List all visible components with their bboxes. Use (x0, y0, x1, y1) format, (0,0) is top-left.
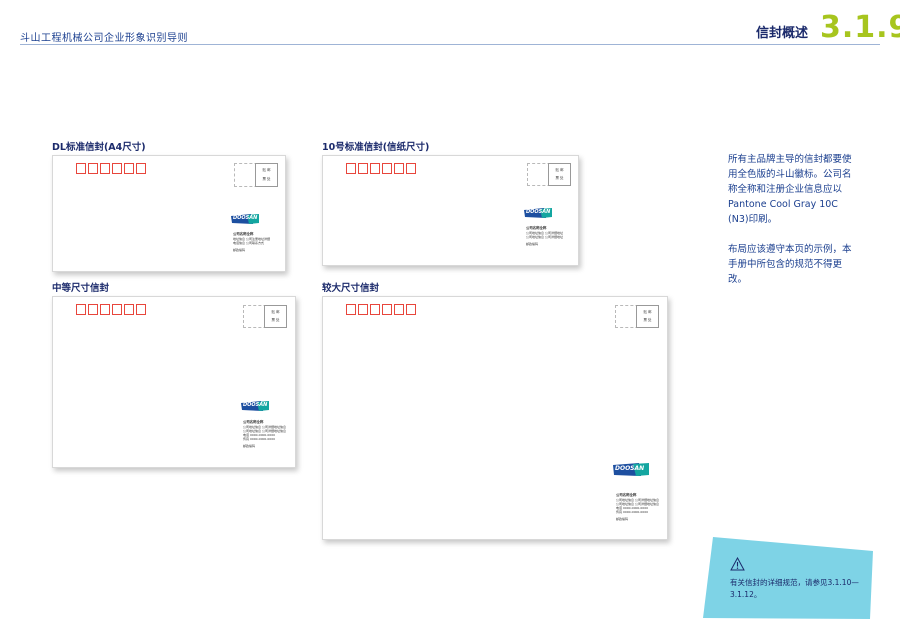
envelope-medium: 贴 邮票 处 DOOSAN 公司名称全称 公司地址信息 公司详细地址信息 公司地… (52, 296, 296, 468)
section-title: 信封概述 (756, 26, 809, 41)
description-paragraph-1: 所有主品牌主导的信封都要使用全色版的斗山徽标。公司名称全称和注册企业信息应以Pa… (728, 154, 852, 225)
header-rule (20, 44, 880, 45)
envelope-title-large: 较大尺寸信封 (322, 283, 380, 294)
stamp-box: 贴 邮票 处 (636, 305, 659, 328)
return-address: 公司名称全称 公司地址信息 公司详细地址信息 公司地址信息 公司详细地址信息 电… (616, 493, 659, 521)
logo-wordmark: DOOSAN (615, 465, 645, 472)
zip-code-boxes (346, 163, 416, 174)
return-address: 公司名称全称 公司地址信息 公司详细地址信息 公司地址信息 公司详细地址信息 电… (243, 420, 286, 448)
warning-triangle-icon (730, 557, 745, 571)
zip-code-boxes (76, 304, 146, 315)
return-address: 公司名称全称 地址信息 公司注册地址详细 电话信息 公司联系方式 邮政编码 (233, 232, 270, 252)
manual-title: 斗山工程机械公司企业形象识别导则 (20, 33, 188, 44)
zip-code-boxes (76, 163, 146, 174)
return-address: 公司名称全称 公司地址信息 公司详细地址 公司地址信息 公司详细地址 邮政编码 (526, 226, 563, 246)
envelope-title-medium: 中等尺寸信封 (52, 283, 110, 294)
zip-code-boxes (346, 304, 416, 315)
envelope-no10: 贴 邮票 处 DOOSAN 公司名称全称 公司地址信息 公司详细地址 公司地址信… (322, 155, 579, 266)
stamp-box: 贴 邮票 处 (255, 163, 278, 187)
section-number: 3.1.9 (820, 10, 900, 45)
stamp-box: 贴 邮票 处 (264, 305, 287, 328)
envelope-dl: 贴 邮票 处 DOOSAN 公司名称全称 地址信息 公司注册地址详细 电话信息 … (52, 155, 286, 272)
envelope-large: 贴 邮票 处 DOOSAN 公司名称全称 公司地址信息 公司详细地址信息 公司地… (322, 296, 668, 540)
logo-wordmark: DOOSAN (243, 402, 268, 408)
note-text: 有关信封的详细规范，请参见3.1.10—3.1.12。 (730, 578, 859, 599)
description-paragraph-2: 布局应该遵守本页的示例，本手册中所包含的规范不得更改。 (728, 244, 852, 285)
envelope-title-no10: 10号标准信封(信纸尺寸) (322, 142, 430, 153)
description-text: 所有主品牌主导的信封都要使用全色版的斗山徽标。公司名称全称和注册企业信息应以Pa… (728, 152, 858, 302)
logo-wordmark: DOOSAN (526, 209, 551, 215)
stamp-box: 贴 邮票 处 (548, 163, 571, 186)
envelope-title-dl: DL标准信封(A4尺寸) (52, 142, 146, 153)
logo-wordmark: DOOSAN (233, 215, 258, 221)
